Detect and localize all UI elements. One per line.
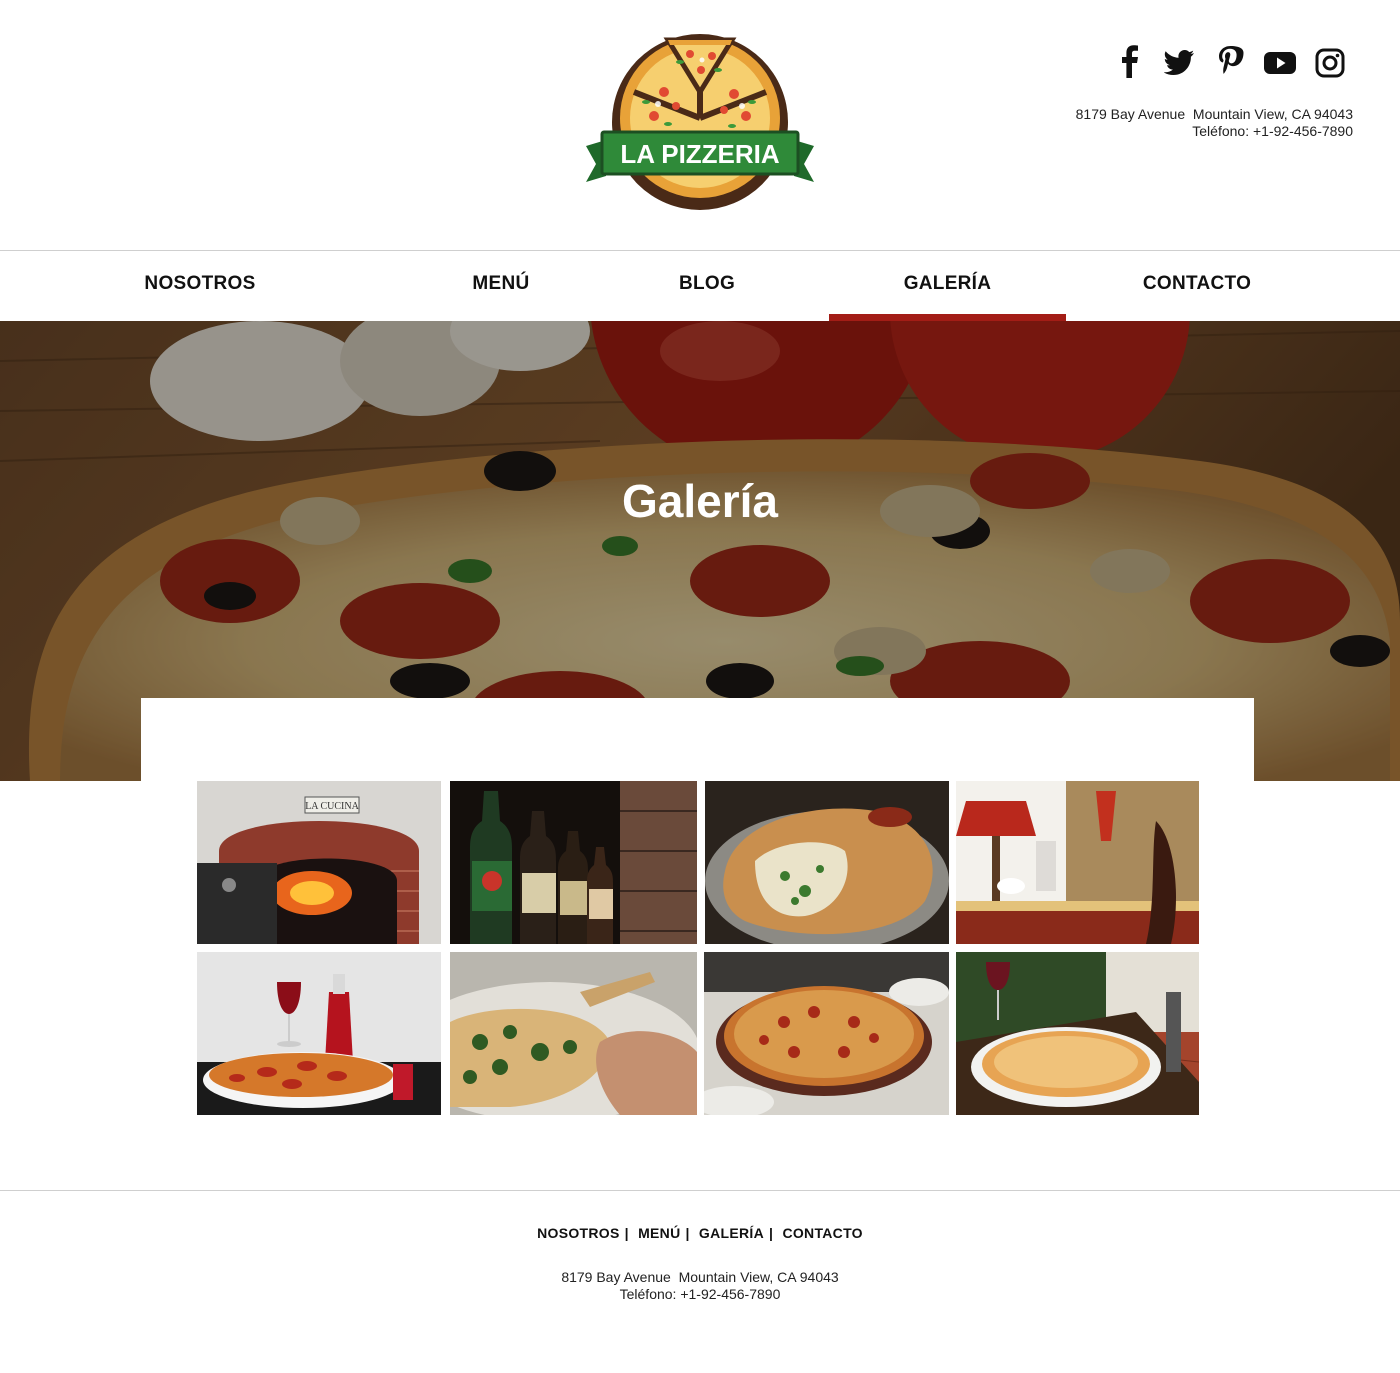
gallery-image-patio-pizza[interactable] (956, 952, 1199, 1115)
la-pizzeria-logo[interactable]: LA PIZZERIA (584, 32, 816, 214)
nav-item-nosotros[interactable]: NOSOTROS (100, 251, 300, 321)
footer-address: 8179 Bay Avenue Mountain View, CA 94043 (561, 1269, 839, 1285)
twitter-icon[interactable] (1163, 44, 1196, 80)
footer-link-contacto[interactable]: CONTACTO (782, 1225, 862, 1241)
header-contact: 8179 Bay Avenue Mountain View, CA 94043 … (1076, 106, 1353, 140)
site-footer: NOSOTROS | MENÚ | GALERÍA | CONTACTO 8179 B… (0, 1190, 1400, 1373)
gallery-image-calzone[interactable] (705, 781, 949, 944)
footer-phone: Teléfono: +1-92-456-7890 (619, 1286, 781, 1302)
photo-gallery: LA CUCINA (197, 781, 1199, 1115)
nav-item-galeria[interactable]: GALERÍA (829, 251, 1066, 321)
gallery-image-dining-table[interactable] (956, 781, 1199, 944)
gallery-image-brick-oven[interactable]: LA CUCINA (197, 781, 441, 944)
footer-separator: | (769, 1225, 774, 1241)
gallery-image-pizza-table[interactable] (704, 952, 949, 1115)
footer-link-nosotros[interactable]: NOSOTROS (537, 1225, 620, 1241)
footer-separator: | (624, 1225, 629, 1241)
gallery-image-beer-bottles[interactable] (450, 781, 697, 944)
youtube-icon[interactable] (1264, 44, 1296, 80)
page-title: Galería (622, 475, 778, 527)
instagram-icon[interactable] (1314, 44, 1346, 80)
nav-item-contacto[interactable]: CONTACTO (1117, 251, 1277, 321)
footer-nav: NOSOTROS | MENÚ | GALERÍA | CONTACTO (0, 1225, 1400, 1241)
gallery-image-pizza-wine[interactable] (197, 952, 441, 1115)
gallery-image-spinach-pizza[interactable] (450, 952, 697, 1115)
nav-item-blog[interactable]: BLOG (642, 251, 772, 321)
footer-link-menu[interactable]: MENÚ (638, 1225, 680, 1241)
site-header: LA PIZZERIA 8179 Bay Avenue Mountain Vie… (0, 0, 1400, 250)
svg-text:LA PIZZERIA: LA PIZZERIA (620, 139, 780, 169)
header-phone: Teléfono: +1-92-456-7890 (1192, 123, 1353, 139)
social-links (1114, 44, 1346, 80)
footer-link-galeria[interactable]: GALERÍA (699, 1225, 764, 1241)
footer-separator: | (685, 1225, 690, 1241)
facebook-icon[interactable] (1114, 44, 1146, 80)
main-nav: NOSOTROS MENÚ BLOG GALERÍA CONTACTO (0, 250, 1400, 322)
pinterest-icon[interactable] (1214, 44, 1246, 80)
header-address: 8179 Bay Avenue Mountain View, CA 94043 (1075, 106, 1353, 122)
footer-contact: 8179 Bay Avenue Mountain View, CA 94043 … (0, 1269, 1400, 1303)
nav-item-menu[interactable]: MENÚ (431, 251, 571, 321)
svg-text:LA CUCINA: LA CUCINA (305, 801, 359, 812)
